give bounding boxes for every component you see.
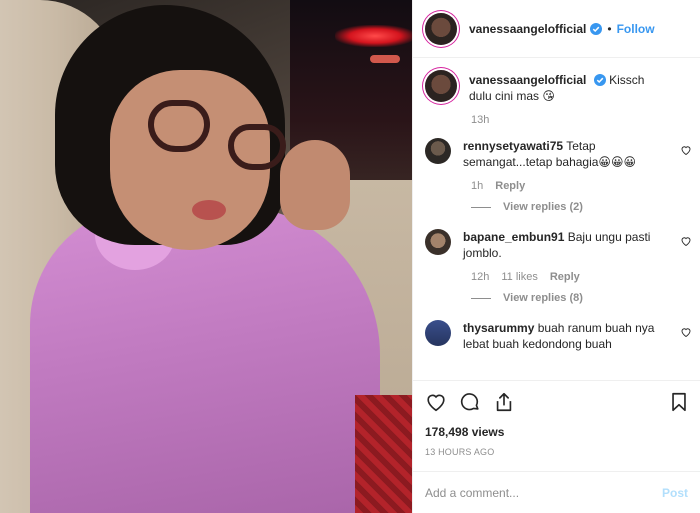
caption-meta: 13h [471,114,684,126]
view-replies-label: View replies (8) [503,292,583,304]
view-count[interactable]: 178,498 views [425,425,684,439]
author-username[interactable]: vanessaangelofficial [469,22,586,36]
like-comment-heart-icon[interactable] [680,326,692,338]
post-comment-button[interactable]: Post [662,486,688,500]
comment-username[interactable]: thysarummy [463,321,534,335]
like-comment-heart-icon[interactable] [680,235,692,247]
caption-time[interactable]: 13h [471,114,489,126]
lips [192,200,226,220]
verified-badge-icon [593,74,606,86]
comment-text-block: thysarummy buah ranum buah nya lebat bua… [463,320,684,352]
comment-meta: 1h Reply [471,180,684,192]
replies-line [471,206,491,208]
comment-meta: 12h 11 likes Reply [471,271,684,283]
reply-button[interactable]: Reply [550,271,580,283]
action-icons [425,389,686,415]
comment-item: rennysetyawati75 Tetap semangat...tetap … [425,138,691,170]
follow-button[interactable]: Follow [617,22,655,36]
avatar[interactable] [425,12,457,45]
share-icon[interactable] [493,391,515,413]
comment-username[interactable]: bapane_embun91 [463,230,564,244]
tail-light [335,25,412,47]
caption-text-block: vanessaangelofficial Kissch dulu cini ma… [469,70,684,104]
add-comment-bar: Post [413,471,700,513]
commenter-avatar[interactable] [425,229,451,255]
hand [280,140,350,230]
red-bag [355,395,412,513]
post-side-panel: vanessaangelofficial • Follow vanessaang… [412,0,700,513]
like-comment-heart-icon[interactable] [680,144,692,156]
glasses-right-lens [228,124,286,170]
view-replies-button[interactable]: View replies (8) [471,292,684,304]
bookmark-icon[interactable] [668,391,690,413]
commenter-avatar[interactable] [425,138,451,164]
verified-badge-icon [590,22,603,35]
comment-username[interactable]: rennysetyawati75 [463,139,563,153]
comment-time[interactable]: 1h [471,180,483,192]
replies-line [471,297,491,299]
tail-light-small [370,55,400,63]
comment-text-block: rennysetyawati75 Tetap semangat...tetap … [463,138,684,170]
reply-button[interactable]: Reply [495,180,525,192]
post-actions: 178,498 views 13 HOURS AGO [413,380,700,457]
caption-username[interactable]: vanessaangelofficial [469,73,586,87]
comment-text-block: bapane_embun91 Baju ungu pasti jomblo. [463,229,684,261]
comment-input[interactable] [425,485,662,500]
comment-item: thysarummy buah ranum buah nya lebat bua… [425,320,691,352]
post-photo[interactable] [0,0,412,513]
post-timestamp[interactable]: 13 HOURS AGO [425,447,684,457]
caption: vanessaangelofficial Kissch dulu cini ma… [425,70,684,104]
comment-item: bapane_embun91 Baju ungu pasti jomblo. [425,229,691,261]
comments-list[interactable]: vanessaangelofficial Kissch dulu cini ma… [413,58,700,380]
commenter-avatar[interactable] [425,320,451,346]
view-replies-label: View replies (2) [503,201,583,213]
purple-blouse [30,205,380,513]
like-heart-icon[interactable] [425,391,447,413]
comment-time[interactable]: 12h [471,271,489,283]
view-replies-button[interactable]: View replies (2) [471,201,684,213]
post-header: vanessaangelofficial • Follow [413,0,700,58]
separator-dot: • [607,21,612,36]
caption-avatar[interactable] [425,70,457,102]
comment-likes[interactable]: 11 likes [501,271,537,283]
glasses-left-lens [148,100,210,152]
comment-bubble-icon[interactable] [459,391,481,413]
instagram-post: vanessaangelofficial • Follow vanessaang… [0,0,700,513]
